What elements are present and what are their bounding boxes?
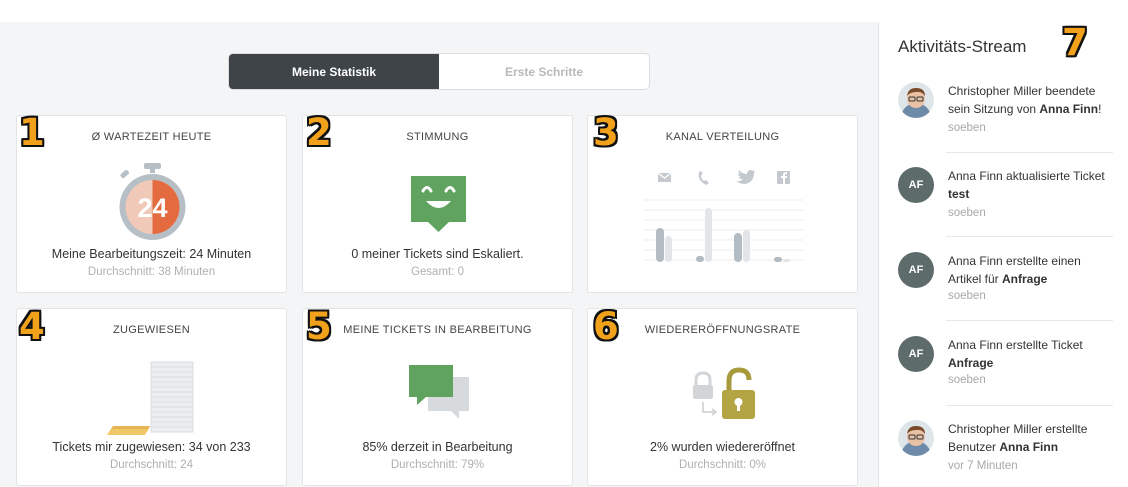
card-sub-text: Durchschnitt: 24: [109, 459, 194, 471]
card-sub-text: Durchschnitt: 38 Minuten: [87, 266, 216, 278]
card-sub-text: Durchschnitt: 79%: [390, 459, 485, 471]
avatar[interactable]: AF: [898, 167, 934, 203]
email-icon: [657, 172, 672, 182]
activity-stream-sidebar: Aktivitäts-Stream 7 Christopher Miller b…: [878, 22, 1128, 487]
card-main-text: 85% derzeit in Bearbeitung: [362, 440, 513, 454]
activity-link[interactable]: Anna Finn: [999, 440, 1058, 454]
dashboard-main: Meine Statistik Erste Schritte Ø WARTEZE…: [0, 22, 878, 487]
card-sub-text: Gesamt: 0: [410, 266, 465, 278]
card-title: KANAL VERTEILUNG: [665, 131, 780, 143]
stopwatch-value: 24: [137, 193, 167, 223]
card-wartezeit: Ø WARTEZEIT HEUTE 24 Meine Bearbeitungsz…: [16, 115, 287, 293]
card-title: ZUGEWIESEN: [113, 324, 190, 336]
card-title: MEINE TICKETS IN BEARBEITUNG: [343, 324, 532, 336]
stopwatch-icon: 24: [17, 160, 286, 242]
callout-number-5: 5: [306, 305, 332, 348]
card-title: WIEDERERÖFFNUNGSRATE: [644, 324, 801, 336]
activity-link[interactable]: test: [948, 187, 969, 201]
card-main-text: Meine Bearbeitungszeit: 24 Minuten: [51, 247, 252, 261]
channel-chart: [588, 168, 857, 268]
activity-link[interactable]: Anfrage: [948, 356, 993, 370]
card-sub-text: Durchschnitt: 0%: [679, 459, 766, 471]
activity-time: soeben: [948, 207, 986, 219]
activity-time: soeben: [948, 374, 986, 386]
card-main-text: 2% wurden wiedereröffnet: [650, 440, 795, 454]
activity-time: soeben: [948, 290, 986, 302]
facebook-icon: [777, 171, 790, 184]
activity-link[interactable]: Anfrage: [1002, 272, 1047, 286]
divider: [946, 152, 1113, 153]
callout-number-6: 6: [593, 305, 619, 348]
happy-face-icon: [303, 160, 572, 242]
card-wiedereroeffnungsrate: WIEDERERÖFFNUNGSRATE 2% wurden wiedererö…: [587, 308, 858, 486]
phone-icon: [698, 171, 709, 185]
tab-meine-statistik[interactable]: Meine Statistik: [229, 54, 439, 89]
callout-number-3: 3: [593, 111, 619, 154]
chat-bubbles-icon: [303, 353, 572, 435]
divider: [946, 236, 1113, 237]
avatar[interactable]: [898, 82, 934, 118]
activity-text: Christopher Miller erstellte Benutzer An…: [948, 422, 1088, 454]
ticket-stack-icon: [17, 359, 286, 439]
activity-time: soeben: [948, 122, 986, 134]
stats-tabs: Meine Statistik Erste Schritte: [228, 53, 650, 90]
locked-icon: [693, 371, 713, 399]
activity-text: Christopher Miller beendete sein Sitzung…: [948, 84, 1102, 116]
activity-link[interactable]: Anna Finn: [1039, 102, 1098, 116]
activity-text: Anna Finn erstellte Ticket Anfrage: [948, 338, 1083, 370]
callout-number-7: 7: [1062, 21, 1088, 64]
card-title: Ø WARTEZEIT HEUTE: [91, 131, 212, 143]
avatar[interactable]: AF: [898, 252, 934, 288]
card-kanal-verteilung: KANAL VERTEILUNG: [587, 115, 858, 293]
activity-stream-title: Aktivitäts-Stream: [898, 37, 1027, 56]
card-tickets-in-bearbeitung: MEINE TICKETS IN BEARBEITUNG 85% derzeit…: [302, 308, 573, 486]
card-main-text: 0 meiner Tickets sind Eskaliert.: [351, 247, 524, 261]
activity-time: vor 7 Minuten: [948, 460, 1018, 472]
activity-text: Anna Finn erstellte einen Artikel für An…: [948, 254, 1081, 286]
callout-number-1: 1: [19, 111, 45, 154]
divider: [946, 405, 1113, 406]
divider: [946, 320, 1113, 321]
card-zugewiesen: ZUGEWIESEN Tickets mir zugewiesen: 34 vo…: [16, 308, 287, 486]
card-main-text: Tickets mir zugewiesen: 34 von 233: [52, 440, 251, 454]
callout-number-4: 4: [19, 305, 45, 348]
activity-item[interactable]: Christopher Miller beendete sein Sitzung…: [898, 82, 1113, 140]
card-title: STIMMUNG: [406, 131, 469, 143]
callout-number-2: 2: [306, 111, 332, 154]
avatar[interactable]: [898, 420, 934, 456]
unlocked-icon: [722, 367, 755, 419]
activity-text: Anna Finn aktualisierte Ticket test: [948, 169, 1105, 201]
lock-icons: [588, 353, 857, 435]
twitter-icon: [736, 170, 755, 184]
activity-item[interactable]: AF Anna Finn erstellte Ticket Anfrage so…: [898, 336, 1113, 394]
activity-item[interactable]: Christopher Miller erstellte Benutzer An…: [898, 420, 1113, 478]
avatar[interactable]: AF: [898, 336, 934, 372]
tab-erste-schritte[interactable]: Erste Schritte: [439, 54, 649, 89]
activity-item[interactable]: AF Anna Finn aktualisierte Ticket test s…: [898, 167, 1113, 225]
activity-item[interactable]: AF Anna Finn erstellte einen Artikel für…: [898, 252, 1113, 310]
card-stimmung: STIMMUNG 0 meiner Tickets sind Eskaliert…: [302, 115, 573, 293]
